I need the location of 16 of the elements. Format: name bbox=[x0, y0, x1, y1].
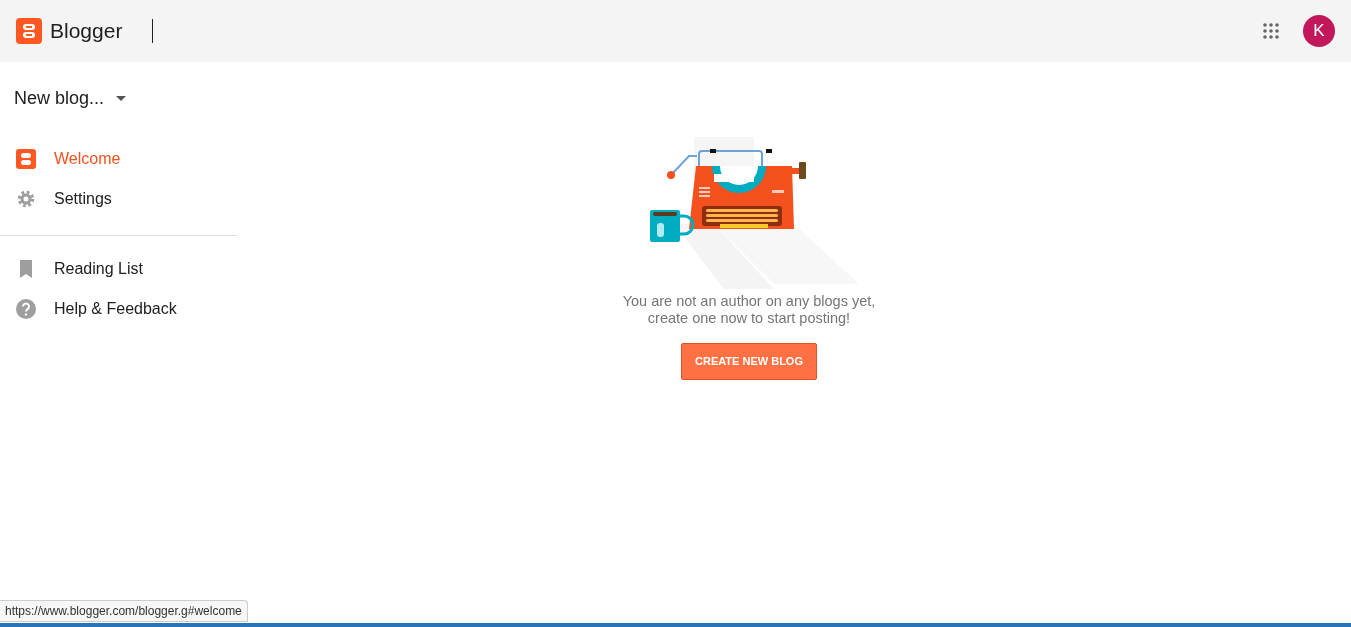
settings-icon bbox=[16, 189, 36, 209]
sidebar-item[interactable]: Help & Feedback bbox=[54, 297, 177, 321]
message-line: create one now to start posting! bbox=[646, 310, 852, 327]
blog-picker[interactable]: New blog... bbox=[14, 84, 105, 112]
dropdown-caret-icon[interactable] bbox=[116, 95, 127, 101]
sidebar-item[interactable]: Welcome bbox=[54, 147, 121, 171]
app-title: Blogger bbox=[50, 18, 123, 45]
sidebar-item[interactable]: Settings bbox=[54, 187, 112, 211]
blogger-icon bbox=[16, 149, 36, 169]
apps-grid-icon[interactable] bbox=[1263, 23, 1279, 39]
blogger-logo-icon bbox=[16, 18, 42, 44]
account-avatar[interactable]: K bbox=[1303, 15, 1335, 47]
help-icon bbox=[16, 299, 36, 319]
sidebar-item[interactable]: Reading List bbox=[54, 257, 143, 281]
message-line: You are not an author on any blogs yet, bbox=[622, 293, 876, 310]
status-url: https://www.blogger.com/blogger.g#welcome bbox=[0, 600, 248, 622]
